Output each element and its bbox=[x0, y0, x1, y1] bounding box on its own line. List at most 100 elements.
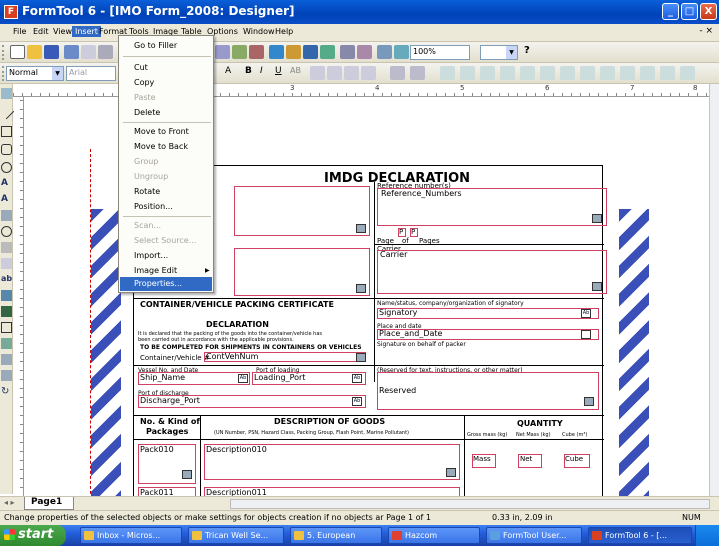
field-icon-h[interactable] bbox=[580, 66, 595, 80]
field-button[interactable] bbox=[356, 353, 366, 362]
task-hazcom[interactable]: Hazcom bbox=[388, 527, 480, 544]
chart-tool-icon[interactable] bbox=[1, 338, 12, 349]
align-center-icon[interactable] bbox=[327, 66, 342, 80]
spell-icon[interactable] bbox=[98, 45, 113, 59]
menu-item-properties[interactable]: Properties... bbox=[134, 279, 182, 288]
field-icon-j[interactable] bbox=[620, 66, 635, 80]
picture-tool-icon[interactable] bbox=[1, 290, 12, 301]
menu-help[interactable]: Help bbox=[272, 26, 296, 37]
task-formtool-user[interactable]: FormTool User... bbox=[486, 527, 582, 544]
rotate-tool-icon[interactable]: ↻ bbox=[1, 386, 12, 397]
align-left-icon[interactable] bbox=[310, 66, 325, 80]
horizontal-scrollbar[interactable] bbox=[230, 499, 710, 509]
field-icon-g[interactable] bbox=[560, 66, 575, 80]
start-button[interactable]: start bbox=[0, 525, 66, 546]
bold-icon[interactable]: B bbox=[245, 66, 260, 80]
tool-icon-g[interactable] bbox=[320, 45, 335, 59]
style-select[interactable]: Normal ▼ bbox=[6, 66, 64, 81]
field-icon-d[interactable] bbox=[500, 66, 515, 80]
menu-item-ungroup[interactable]: Ungroup bbox=[134, 172, 168, 181]
field-icon-k[interactable] bbox=[640, 66, 655, 80]
button-tool-icon[interactable] bbox=[1, 258, 12, 269]
print-icon[interactable] bbox=[64, 45, 79, 59]
zoom-dropdown[interactable]: ▼ bbox=[480, 45, 518, 60]
new-icon[interactable] bbox=[10, 45, 25, 59]
menu-item-move-to-front[interactable]: Move to Front bbox=[134, 127, 189, 136]
zoom-select[interactable]: 100% bbox=[410, 45, 470, 60]
menu-item-select-source[interactable]: Select Source... bbox=[134, 236, 196, 245]
open-icon[interactable] bbox=[27, 45, 42, 59]
text-field-tool-icon[interactable]: A bbox=[1, 194, 12, 205]
field-icon-l[interactable] bbox=[660, 66, 675, 80]
table-icon[interactable] bbox=[340, 45, 355, 59]
menu-edit[interactable]: Edit bbox=[30, 26, 52, 37]
underline-icon[interactable]: U bbox=[275, 66, 290, 80]
menu-item-paste[interactable]: Paste bbox=[134, 93, 156, 102]
ellipse-tool-icon[interactable] bbox=[1, 162, 12, 173]
field-icon-i[interactable] bbox=[600, 66, 615, 80]
menu-item-delete[interactable]: Delete bbox=[134, 108, 160, 117]
border-icon[interactable] bbox=[410, 66, 425, 80]
text-tool-icon[interactable]: A bbox=[1, 178, 12, 189]
tool-icon-e[interactable] bbox=[286, 45, 301, 59]
tool-icon-c[interactable] bbox=[249, 45, 264, 59]
align-right-icon[interactable] bbox=[344, 66, 359, 80]
round-rect-tool-icon[interactable] bbox=[1, 144, 12, 155]
tab-page1[interactable]: Page1 bbox=[24, 497, 74, 510]
check-tool-icon[interactable] bbox=[1, 210, 12, 221]
ab-button[interactable]: Ab bbox=[352, 397, 362, 406]
table-tool-icon[interactable] bbox=[1, 322, 12, 333]
menu-item-cut[interactable]: Cut bbox=[134, 63, 148, 72]
preview-icon[interactable] bbox=[81, 45, 96, 59]
menu-item-copy[interactable]: Copy bbox=[134, 78, 154, 87]
menu-item-move-to-back[interactable]: Move to Back bbox=[134, 142, 188, 151]
menu-item-import[interactable]: Import... bbox=[134, 251, 168, 260]
toolbar-grip[interactable] bbox=[2, 45, 5, 60]
menu-file[interactable]: File bbox=[10, 26, 29, 37]
font-select[interactable]: Arial bbox=[66, 66, 116, 81]
mdi-close-button[interactable]: - × bbox=[699, 26, 713, 36]
toolbar-grip[interactable] bbox=[2, 66, 5, 81]
line-tool-icon[interactable] bbox=[0, 103, 15, 120]
minimize-button[interactable]: _ bbox=[662, 3, 679, 20]
menu-item-image-edit[interactable]: Image Edit bbox=[134, 266, 177, 275]
select-tool-icon[interactable] bbox=[1, 88, 12, 99]
rect-tool-icon[interactable] bbox=[1, 126, 12, 137]
layout-icon[interactable] bbox=[377, 45, 392, 59]
image-tool-icon[interactable] bbox=[1, 242, 12, 253]
task-formtool[interactable]: FormTool 6 - [... bbox=[588, 527, 692, 544]
tool-icon-a[interactable] bbox=[215, 45, 230, 59]
consignee-field[interactable] bbox=[234, 248, 370, 296]
shipper-field[interactable] bbox=[234, 186, 370, 236]
field-icon-a[interactable] bbox=[440, 66, 455, 80]
field-button[interactable] bbox=[356, 284, 366, 293]
barcode-tool-icon[interactable] bbox=[1, 306, 12, 317]
italic-icon[interactable]: I bbox=[260, 66, 275, 80]
field-icon-f[interactable] bbox=[540, 66, 555, 80]
grid-icon[interactable] bbox=[357, 45, 372, 59]
radio-tool-icon[interactable] bbox=[1, 226, 12, 237]
menu-item-rotate[interactable]: Rotate bbox=[134, 187, 160, 196]
field-button[interactable] bbox=[592, 282, 602, 291]
menu-item-go-to-filler[interactable]: Go to Filler bbox=[134, 41, 177, 50]
save-icon[interactable] bbox=[44, 45, 59, 59]
line-style-icon[interactable] bbox=[390, 66, 405, 80]
menu-item-group[interactable]: Group bbox=[134, 157, 158, 166]
signature-tool-icon[interactable] bbox=[1, 370, 12, 381]
tool-icon-d[interactable] bbox=[269, 45, 284, 59]
ab-button[interactable]: Ab bbox=[352, 374, 362, 383]
link-tool-icon[interactable] bbox=[1, 354, 12, 365]
field-button[interactable] bbox=[584, 397, 594, 406]
field-button[interactable] bbox=[356, 224, 366, 233]
field-button[interactable] bbox=[446, 468, 456, 477]
field-icon-b[interactable] bbox=[460, 66, 475, 80]
task-trican[interactable]: Trican Well Se... bbox=[188, 527, 284, 544]
tab-scroll-icon[interactable]: ◂ ▸ bbox=[4, 498, 15, 507]
ab-button[interactable]: Ab bbox=[238, 374, 248, 383]
field-icon-c[interactable] bbox=[480, 66, 495, 80]
font-color-icon[interactable]: A bbox=[225, 66, 240, 80]
maximize-button[interactable]: □ bbox=[681, 3, 698, 20]
label-tool-icon[interactable]: ab bbox=[1, 274, 12, 285]
field-button[interactable] bbox=[182, 470, 192, 479]
tool-icon-f[interactable] bbox=[303, 45, 318, 59]
